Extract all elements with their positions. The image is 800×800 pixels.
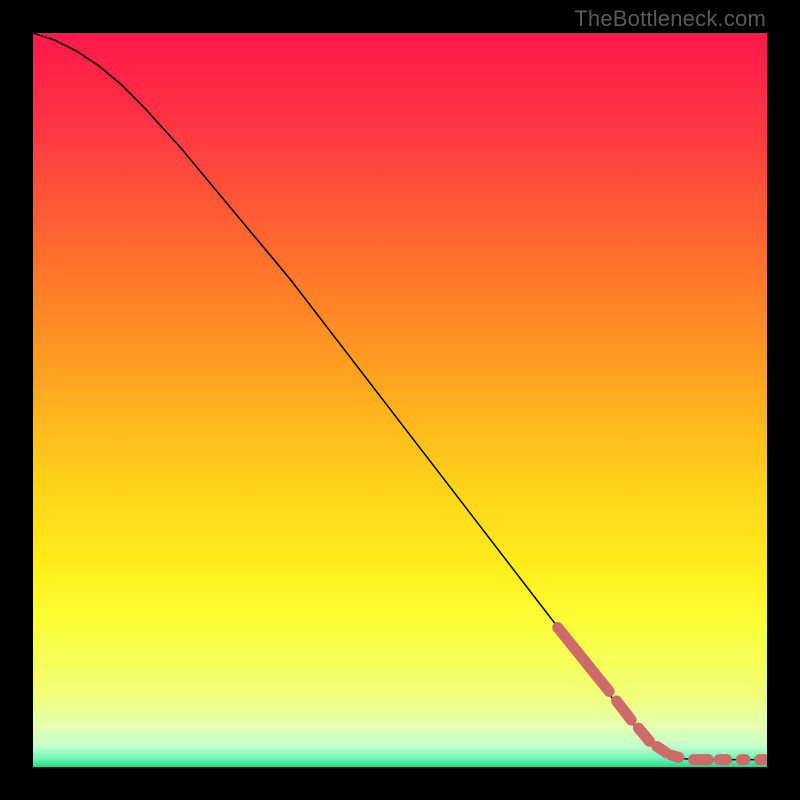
highlight-dash-4 bbox=[672, 755, 679, 757]
chart-background bbox=[33, 33, 767, 767]
highlight-dash-3 bbox=[657, 746, 666, 752]
watermark-text: TheBottleneck.com bbox=[574, 6, 766, 32]
chart-stage: TheBottleneck.com bbox=[0, 0, 800, 800]
chart-plot bbox=[33, 33, 767, 767]
